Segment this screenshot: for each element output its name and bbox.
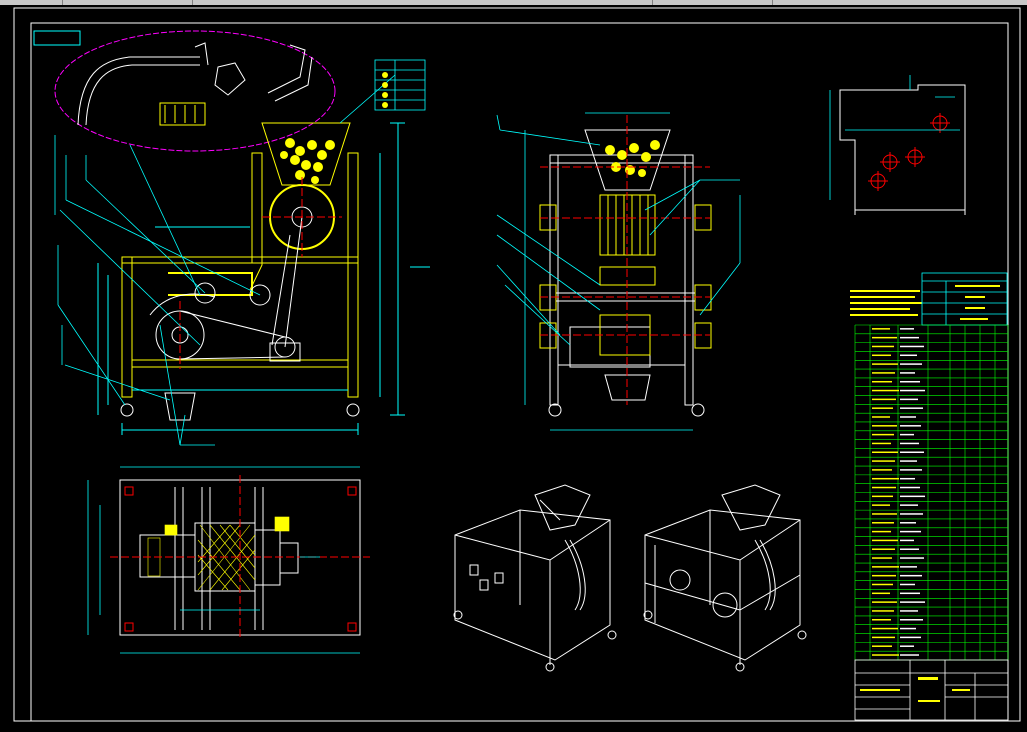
parts-row-name (900, 425, 921, 427)
roller-mesh (147, 516, 290, 591)
parts-row-code (872, 627, 898, 630)
parts-row-code (872, 416, 890, 418)
parts-row-name (900, 336, 919, 339)
parts-row-name (900, 328, 914, 330)
parts-row-code (872, 619, 891, 621)
parts-row-code (872, 583, 893, 586)
parts-row-name (900, 645, 914, 647)
parts-row-code (872, 486, 896, 489)
technical-notes (850, 290, 922, 316)
parts-row-name (900, 513, 923, 515)
parts-row-name (900, 416, 916, 418)
parts-row-code (872, 592, 890, 595)
parts-row-code (872, 504, 890, 506)
parts-row-code (872, 398, 896, 401)
parts-row-name (900, 583, 915, 586)
parts-row-code (872, 574, 896, 577)
iso-view-left[interactable] (453, 484, 617, 672)
parts-row-name (900, 619, 923, 621)
top-view[interactable] (87, 466, 370, 654)
parts-row-name (900, 486, 920, 489)
front-view[interactable] (54, 30, 430, 446)
parts-row-code (872, 601, 897, 603)
iso-view-right[interactable] (643, 484, 807, 672)
parts-row-code (872, 363, 898, 365)
parts-row-code (872, 451, 898, 454)
parts-row-code (872, 477, 899, 480)
parts-row-code (872, 460, 895, 462)
inset-detail (77, 42, 313, 126)
parts-row-code (872, 380, 892, 383)
parts-row-code (872, 372, 895, 374)
parts-row-name (900, 469, 922, 471)
parts-row-code (872, 654, 899, 656)
grain-fill (280, 138, 335, 184)
parts-row-name (900, 460, 917, 462)
caster-wheels (120, 403, 360, 417)
drawing-canvas[interactable] (0, 5, 1027, 728)
parts-row-name (900, 345, 924, 348)
parts-row-name (900, 627, 916, 630)
side-view[interactable] (496, 112, 741, 431)
parts-row-name (900, 380, 920, 383)
parts-row-code (872, 566, 899, 568)
parts-row-name (900, 557, 924, 559)
spec-table (921, 272, 1008, 326)
title-block (854, 659, 1009, 721)
parts-row-code (872, 557, 892, 559)
parts-row-name (900, 398, 918, 401)
parts-row-code (872, 433, 894, 436)
parts-row-code (872, 354, 891, 357)
parts-row-code (872, 539, 898, 542)
parts-row-code (872, 495, 893, 498)
parts-row-name (900, 354, 917, 357)
parts-row-name (900, 504, 918, 506)
parts-row-code (872, 610, 894, 612)
parts-row-name (900, 363, 922, 365)
parts-row-code (872, 513, 897, 515)
parts-row-name (900, 548, 919, 550)
parts-row-name (900, 530, 921, 533)
parts-row-name (900, 636, 921, 639)
parts-row-name (900, 566, 917, 568)
parts-row-code (872, 425, 897, 427)
dimension-lines (97, 122, 430, 435)
parts-row-code (872, 530, 891, 533)
parts-list-table (854, 324, 1009, 661)
parts-row-name (900, 574, 922, 577)
parts-row-code (872, 469, 892, 471)
outlet-funnel (164, 392, 196, 421)
parts-row-name (900, 610, 918, 612)
parts-row-name (900, 522, 916, 524)
parts-row-name (900, 539, 914, 542)
detail-circle (54, 30, 336, 152)
detail-view[interactable] (829, 75, 966, 215)
parts-row-name (900, 477, 915, 480)
parts-row-name (900, 442, 919, 445)
parts-row-code (872, 636, 895, 639)
centerlines (110, 475, 370, 640)
parts-row-code (872, 336, 897, 339)
parts-row-code (872, 345, 894, 348)
grain-size-legend (374, 59, 426, 111)
parts-row-code (872, 645, 892, 647)
parts-row-name (900, 433, 914, 436)
parts-row-name (900, 592, 920, 595)
parts-row-name (900, 372, 915, 374)
parts-row-code (872, 389, 899, 392)
parts-row-name (900, 495, 925, 498)
parts-row-name (900, 407, 923, 409)
parts-row-code (872, 407, 893, 409)
parts-row-name (900, 654, 919, 656)
parts-row-name (900, 389, 925, 392)
parts-row-code (872, 548, 895, 550)
parts-row-name (900, 451, 924, 454)
parts-row-code (872, 442, 891, 445)
machine-frame (121, 122, 359, 398)
parts-row-code (872, 328, 890, 330)
parts-row-code (872, 522, 894, 524)
grain-fill (605, 140, 660, 177)
parts-row-name (900, 601, 925, 603)
